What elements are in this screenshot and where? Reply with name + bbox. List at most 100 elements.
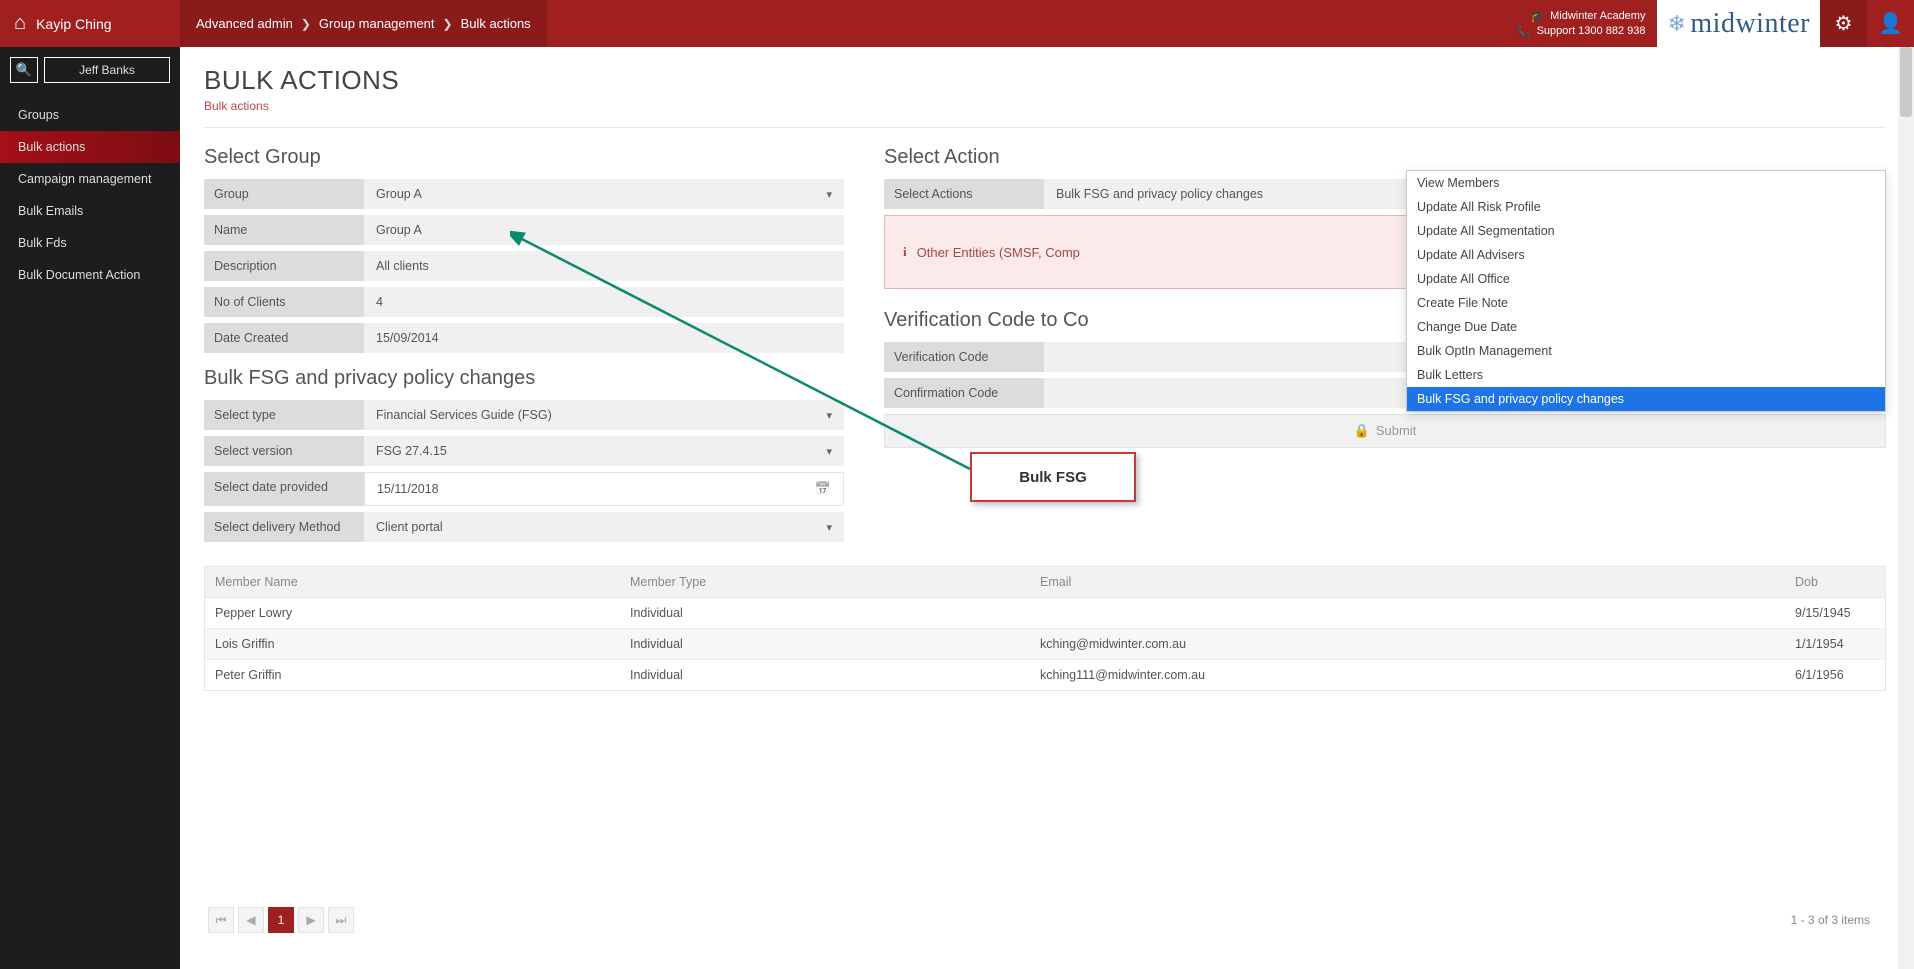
breadcrumb-item[interactable]: Bulk actions (461, 16, 531, 31)
annotation-callout: Bulk FSG (970, 452, 1136, 502)
action-option[interactable]: Change Due Date (1407, 315, 1885, 339)
sidebar-item-campaign[interactable]: Campaign management (0, 163, 180, 195)
info-icon: i (903, 244, 907, 260)
home-icon: ⌂ (14, 12, 26, 35)
client-name-selector[interactable]: Jeff Banks (44, 57, 170, 83)
cell-dob: 1/1/1954 (1785, 629, 1885, 659)
date-created-value: 15/09/2014 (364, 323, 844, 353)
type-label: Select type (204, 400, 364, 430)
gear-icon: ⚙ (1835, 11, 1853, 36)
breadcrumb: Advanced admin ❯ Group management ❯ Bulk… (180, 0, 547, 47)
action-option[interactable]: View Members (1407, 171, 1885, 195)
submit-button[interactable]: 🔒 Submit (884, 414, 1886, 448)
action-option[interactable]: Update All Office (1407, 267, 1885, 291)
scrollbar[interactable] (1898, 47, 1914, 969)
cell-email: kching@midwinter.com.au (1030, 629, 1785, 659)
group-select[interactable]: Group A (364, 179, 844, 209)
submit-label: Submit (1376, 423, 1416, 438)
current-user: Kayip Ching (36, 16, 112, 32)
confirmation-code-label: Confirmation Code (884, 378, 1044, 408)
lock-icon: 🔒 (1354, 423, 1370, 438)
action-option[interactable]: Bulk Letters (1407, 363, 1885, 387)
pager-first[interactable]: ⏮ (208, 907, 234, 933)
pager-summary: 1 - 3 of 3 items (1791, 913, 1870, 927)
cell-type: Individual (620, 598, 1030, 628)
action-option[interactable]: Bulk OptIn Management (1407, 339, 1885, 363)
sidebar-item-bulk-actions[interactable]: Bulk actions (0, 131, 180, 163)
search-icon: 🔍 (16, 62, 32, 78)
cell-type: Individual (620, 629, 1030, 659)
profile-button[interactable]: 👤 (1867, 0, 1914, 47)
action-option[interactable]: Update All Advisers (1407, 243, 1885, 267)
col-email[interactable]: Email (1030, 567, 1785, 597)
warning-text: Other Entities (SMSF, Comp (917, 245, 1080, 260)
pager-page[interactable]: 1 (268, 907, 294, 933)
chevron-right-icon: ❯ (443, 17, 453, 31)
home-link[interactable]: ⌂ Kayip Ching (0, 0, 180, 47)
sidebar-item-groups[interactable]: Groups (0, 99, 180, 131)
sidebar-item-bulk-document[interactable]: Bulk Document Action (0, 259, 180, 291)
breadcrumb-item[interactable]: Advanced admin (196, 16, 293, 31)
version-select[interactable]: FSG 27.4.15 (364, 436, 844, 466)
action-option-selected[interactable]: Bulk FSG and privacy policy changes (1407, 387, 1885, 411)
scrollbar-thumb[interactable] (1900, 47, 1912, 117)
col-dob[interactable]: Dob (1785, 567, 1885, 597)
sidebar-menu: Groups Bulk actions Campaign management … (0, 93, 180, 291)
cell-dob: 6/1/1956 (1785, 660, 1885, 690)
cell-dob: 9/15/1945 (1785, 598, 1885, 628)
name-value: Group A (364, 215, 844, 245)
academy-link[interactable]: Midwinter Academy (1550, 10, 1645, 22)
cell-type: Individual (620, 660, 1030, 690)
action-label: Select Actions (884, 179, 1044, 209)
sidebar: 🔍 Jeff Banks Groups Bulk actions Campaig… (0, 47, 180, 969)
main-content: BULK ACTIONS Bulk actions Select Group G… (180, 47, 1914, 947)
sidebar-item-bulk-fds[interactable]: Bulk Fds (0, 227, 180, 259)
sidebar-item-bulk-emails[interactable]: Bulk Emails (0, 195, 180, 227)
cell-email (1030, 598, 1785, 628)
page-subtitle: Bulk actions (204, 99, 1886, 113)
support-phone: Support 1300 882 938 (1537, 25, 1646, 37)
select-action-heading: Select Action (884, 146, 1886, 169)
client-count-value: 4 (364, 287, 844, 317)
search-button[interactable]: 🔍 (10, 57, 38, 83)
action-dropdown[interactable]: View Members Update All Risk Profile Upd… (1406, 170, 1886, 412)
col-member-name[interactable]: Member Name (205, 567, 620, 597)
brand-logo: ❄midwinter (1657, 0, 1820, 47)
chevron-right-icon: ❯ (301, 17, 311, 31)
cell-email: kching111@midwinter.com.au (1030, 660, 1785, 690)
date-provided-input[interactable]: 15/11/2018 (364, 472, 844, 506)
pager-next[interactable]: ▶ (298, 907, 324, 933)
action-option[interactable]: Create File Note (1407, 291, 1885, 315)
support-info: 🎓 Midwinter Academy 📞 Support 1300 882 938 (1517, 0, 1658, 47)
action-option[interactable]: Update All Risk Profile (1407, 195, 1885, 219)
verification-code-label: Verification Code (884, 342, 1044, 372)
col-member-type[interactable]: Member Type (620, 567, 1030, 597)
select-group-heading: Select Group (204, 146, 844, 169)
pager-prev[interactable]: ◀ (238, 907, 264, 933)
pager: ⏮ ◀ 1 ▶ ⏭ 1 - 3 of 3 items (204, 901, 1874, 939)
date-provided-label: Select date provided (204, 472, 364, 506)
page-title: BULK ACTIONS (204, 65, 1886, 96)
cell-name: Peter Griffin (205, 660, 620, 690)
group-label: Group (204, 179, 364, 209)
pager-last[interactable]: ⏭ (328, 907, 354, 933)
cell-name: Pepper Lowry (205, 598, 620, 628)
snowflake-icon: ❄ (1667, 11, 1686, 37)
bulk-fsg-heading: Bulk FSG and privacy policy changes (204, 367, 844, 390)
description-label: Description (204, 251, 364, 281)
type-select[interactable]: Financial Services Guide (FSG) (364, 400, 844, 430)
phone-icon: 📞 (1517, 25, 1531, 38)
table-row[interactable]: Lois Griffin Individual kching@midwinter… (205, 628, 1885, 659)
delivery-select[interactable]: Client portal (364, 512, 844, 542)
members-grid: Member Name Member Type Email Dob Pepper… (204, 566, 1886, 691)
delivery-label: Select delivery Method (204, 512, 364, 542)
academy-icon: 🎓 (1530, 10, 1544, 23)
breadcrumb-item[interactable]: Group management (319, 16, 435, 31)
settings-button[interactable]: ⚙ (1820, 0, 1867, 47)
topbar: ⌂ Kayip Ching Advanced admin ❯ Group man… (0, 0, 1914, 47)
table-row[interactable]: Peter Griffin Individual kching111@midwi… (205, 659, 1885, 690)
action-option[interactable]: Update All Segmentation (1407, 219, 1885, 243)
table-row[interactable]: Pepper Lowry Individual 9/15/1945 (205, 598, 1885, 628)
grid-header: Member Name Member Type Email Dob (204, 566, 1886, 597)
name-label: Name (204, 215, 364, 245)
